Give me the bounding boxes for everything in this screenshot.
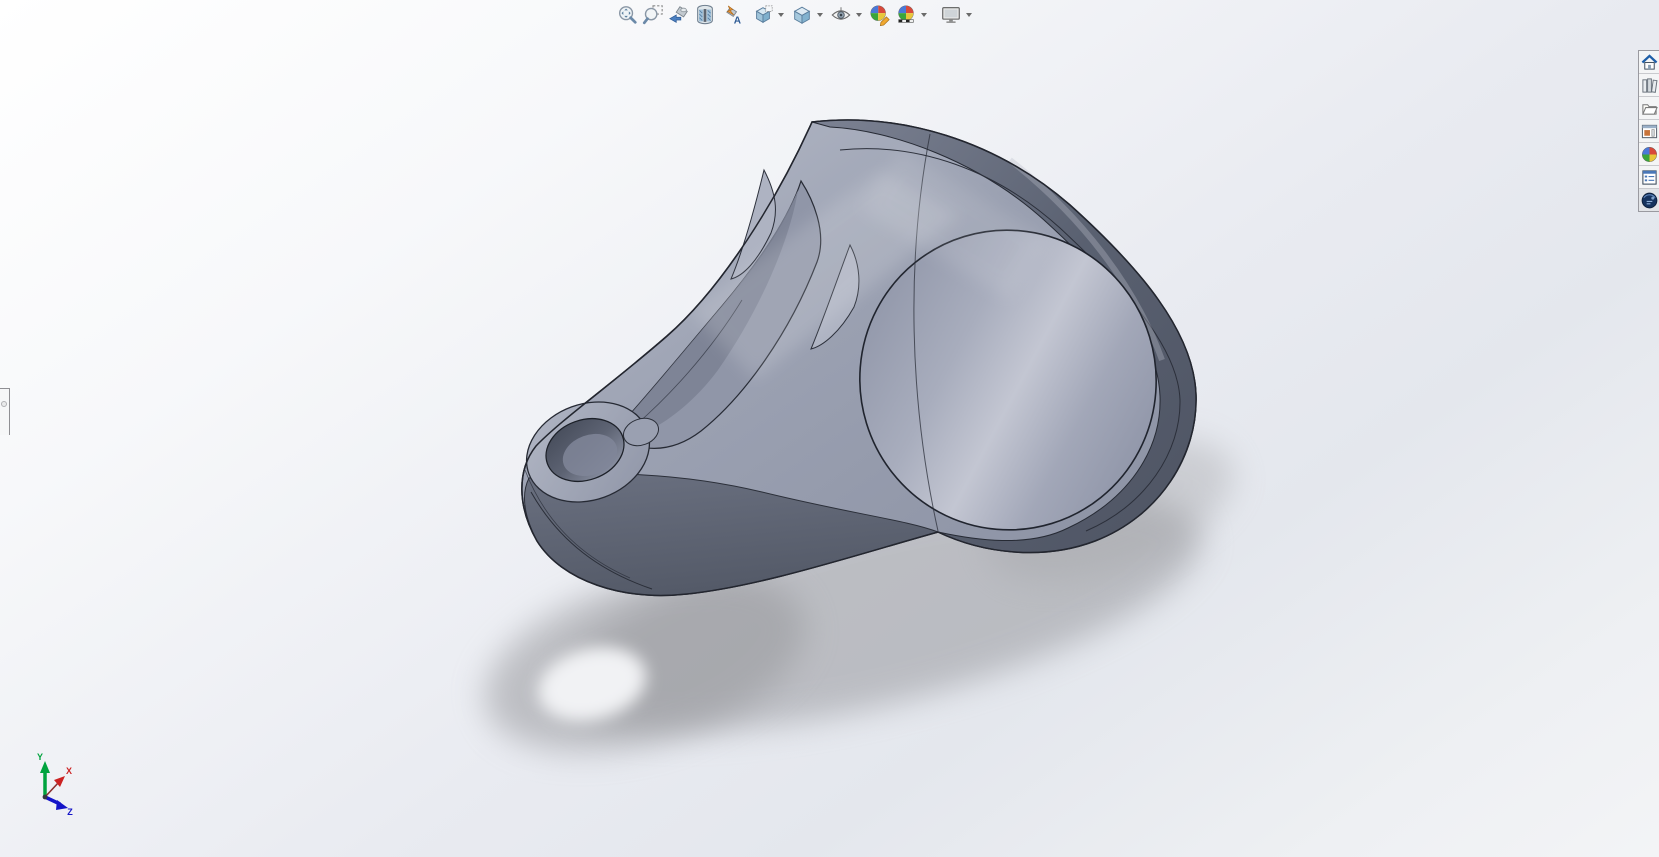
model-canvas[interactable]: Y X Z — [0, 0, 1659, 857]
display-style-button[interactable] — [789, 2, 815, 28]
y-axis-label: Y — [37, 752, 43, 762]
panel-handle-dot — [1, 401, 7, 407]
hide-show-items-icon — [831, 7, 851, 20]
zoom-area-icon — [642, 5, 663, 25]
view-settings-dropdown[interactable] — [964, 2, 974, 28]
zoom-to-fit-button[interactable] — [614, 2, 640, 28]
x-axis-label: X — [66, 766, 72, 776]
forum-icon — [1641, 192, 1657, 208]
hide-show-items-dropdown[interactable] — [854, 2, 864, 28]
edit-appearance-icon — [870, 5, 890, 26]
appearances-icon — [1641, 146, 1657, 162]
y-axis-arrow — [40, 761, 50, 773]
task-pane-tabs — [1638, 50, 1659, 212]
z-axis-arrow — [56, 800, 68, 810]
section-view-button[interactable] — [692, 2, 718, 28]
edit-appearance-button[interactable] — [867, 2, 893, 28]
task-pane-tab-file-explorer[interactable] — [1639, 97, 1659, 120]
task-pane-tab-resources[interactable] — [1639, 51, 1659, 74]
display-style-icon — [793, 6, 811, 25]
task-pane-tab-appearances[interactable] — [1639, 143, 1659, 166]
previous-view-button[interactable] — [666, 2, 692, 28]
custom-properties-icon — [1641, 169, 1657, 185]
apply-scene-icon — [898, 5, 914, 23]
view-settings-button[interactable] — [938, 2, 964, 28]
triad-origin — [42, 794, 48, 800]
task-pane-tab-custom-properties[interactable] — [1639, 166, 1659, 189]
collapsed-panel-edge[interactable] — [0, 388, 10, 435]
reference-triad: Y X Z — [37, 752, 73, 817]
checker-base — [898, 19, 914, 23]
task-pane-tab-design-library[interactable] — [1639, 74, 1659, 97]
graphics-viewport[interactable]: Y X Z A — [0, 0, 1659, 857]
cad-part[interactable] — [512, 119, 1197, 597]
hide-show-items-button[interactable] — [828, 2, 854, 28]
task-pane-tab-view-palette[interactable] — [1639, 120, 1659, 143]
annotation-views-icon: A — [726, 5, 742, 26]
svg-text:A: A — [734, 15, 742, 26]
annotation-views-button[interactable]: A — [718, 2, 744, 28]
previous-view-icon — [669, 6, 688, 23]
design-library-icon — [1641, 77, 1657, 93]
z-axis-label: Z — [67, 807, 73, 817]
display-style-dropdown[interactable] — [815, 2, 825, 28]
view-palette-icon — [1641, 124, 1657, 138]
view-orientation-icon — [755, 5, 773, 24]
view-orientation-dropdown[interactable] — [776, 2, 786, 28]
zoom-fit-icon — [618, 6, 637, 24]
home-icon — [1641, 53, 1657, 70]
section-view-icon — [697, 4, 713, 25]
view-settings-icon — [942, 7, 960, 23]
file-explorer-icon — [1641, 103, 1658, 115]
view-orientation-button[interactable] — [750, 2, 776, 28]
zoom-to-area-button[interactable] — [640, 2, 666, 28]
task-pane-tab-forum[interactable] — [1639, 189, 1659, 211]
heads-up-view-toolbar: A — [614, 2, 977, 28]
apply-scene-button[interactable] — [893, 2, 919, 28]
apply-scene-dropdown[interactable] — [919, 2, 929, 28]
